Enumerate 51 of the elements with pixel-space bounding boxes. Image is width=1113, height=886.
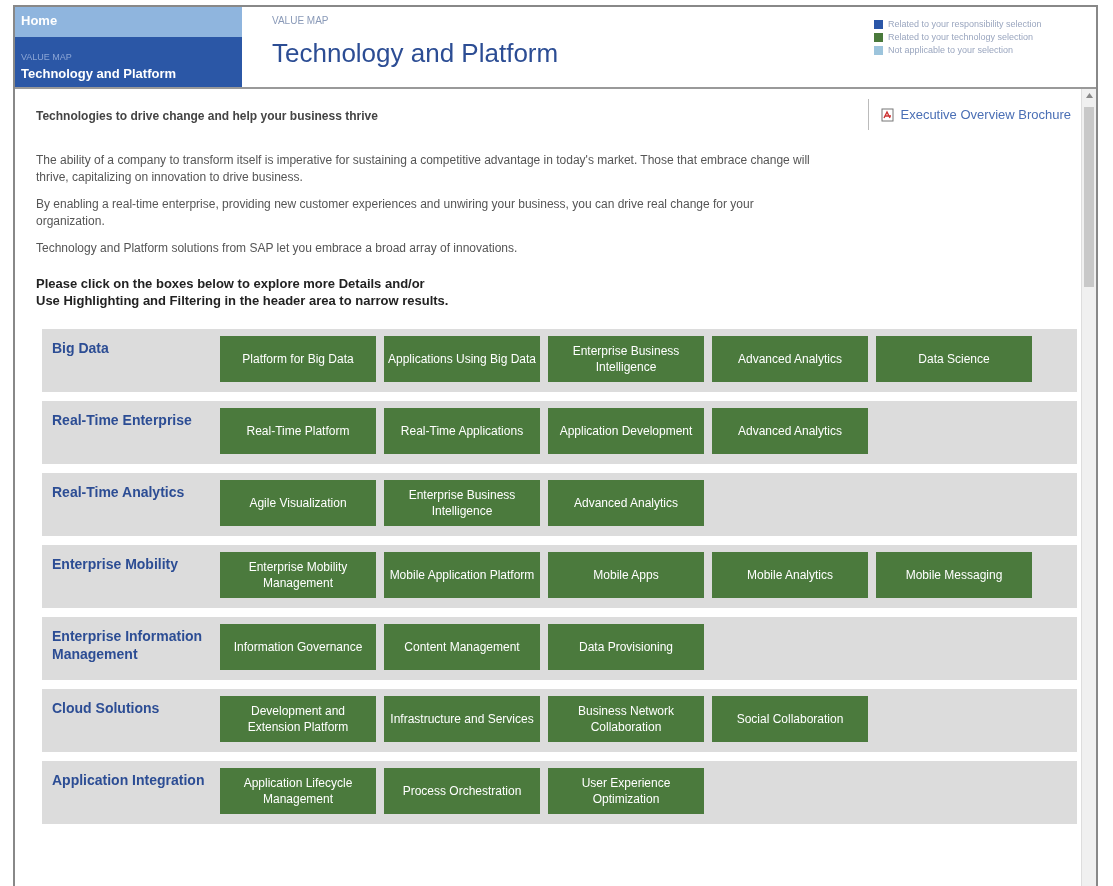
- legend-label: Related to your technology selection: [888, 32, 1034, 42]
- solution-tile[interactable]: Mobile Messaging: [876, 552, 1032, 598]
- intro-paragraph: Technology and Platform solutions from SAP let you embrace a broad array of innovations.: [36, 240, 519, 257]
- solution-tile[interactable]: Information Governance: [220, 624, 376, 670]
- scroll-thumb[interactable]: [1084, 107, 1094, 287]
- instruction-text: Please click on the boxes below to explore more Details and/or Use Highlighting and Filtering in the header area to narrow results.: [36, 275, 450, 309]
- solution-tile[interactable]: Data Provisioning: [548, 624, 704, 670]
- solution-tile[interactable]: Mobile Apps: [548, 552, 704, 598]
- solution-tile[interactable]: Enterprise Mobility Management: [220, 552, 376, 598]
- scroll-up-icon[interactable]: [1085, 92, 1093, 98]
- solution-tile[interactable]: Development and Extension Platform: [220, 696, 376, 742]
- solution-tile[interactable]: Business Network Collaboration: [548, 696, 704, 742]
- legend-label: Not applicable to your selection: [888, 45, 1014, 55]
- solution-tile[interactable]: Advanced Analytics: [712, 408, 868, 454]
- solution-tile[interactable]: Content Management: [384, 624, 540, 670]
- pdf-icon: [881, 107, 895, 122]
- intro-paragraph: By enabling a real-time enterprise, providing new customer experiences and unwiring your business, you can drive real change for your organization.: [36, 196, 755, 230]
- category-label: Enterprise Information Management: [52, 627, 204, 664]
- solution-tile[interactable]: Data Science: [876, 336, 1032, 382]
- solution-tile[interactable]: Social Collaboration: [712, 696, 868, 742]
- page-title: Technology and Platform: [272, 38, 560, 69]
- solution-tile[interactable]: Agile Visualization: [220, 480, 376, 526]
- solution-tile[interactable]: Mobile Analytics: [712, 552, 868, 598]
- solution-tile[interactable]: User Experience Optimization: [548, 768, 704, 814]
- solution-tile[interactable]: Enterprise Business Intelligence: [548, 336, 704, 382]
- solution-tile[interactable]: Enterprise Business Intelligence: [384, 480, 540, 526]
- category-label: Enterprise Mobility: [52, 555, 180, 574]
- legend-label: Related to your responsibility selection: [888, 19, 1042, 29]
- solution-tile[interactable]: Mobile Application Platform: [384, 552, 540, 598]
- solution-tile[interactable]: Real-Time Platform: [220, 408, 376, 454]
- category-label: Real-Time Enterprise: [52, 411, 193, 430]
- solution-tile[interactable]: Platform for Big Data: [220, 336, 376, 382]
- current-page-label[interactable]: Technology and Platform: [21, 66, 236, 81]
- brochure-link[interactable]: Executive Overview Brochure: [900, 107, 1071, 122]
- section-heading: Technologies to drive change and help your business thrive: [36, 109, 378, 123]
- section-label: VALUE MAP: [21, 52, 73, 62]
- scrollbar[interactable]: [1081, 89, 1096, 886]
- category-label: Big Data: [52, 339, 110, 358]
- solution-tile[interactable]: Applications Using Big Data: [384, 336, 540, 382]
- solution-tile[interactable]: Advanced Analytics: [548, 480, 704, 526]
- category-label: Application Integration: [52, 771, 206, 790]
- solution-tile[interactable]: Application Lifecycle Management: [220, 768, 376, 814]
- breadcrumb-label: VALUE MAP: [272, 15, 330, 26]
- intro-paragraph: The ability of a company to transform itself is imperative for sustaining a competitive advantage in today's market. Those that embrace change will thrive, capitalizing on innovation to drive business.: [36, 152, 811, 186]
- solution-tile[interactable]: Advanced Analytics: [712, 336, 868, 382]
- category-label: Real-Time Analytics: [52, 483, 186, 502]
- solution-tile[interactable]: Infrastructure and Services: [384, 696, 540, 742]
- solution-tile[interactable]: Process Orchestration: [384, 768, 540, 814]
- solution-tile[interactable]: Real-Time Applications: [384, 408, 540, 454]
- solution-tile[interactable]: Application Development: [548, 408, 704, 454]
- category-label: Cloud Solutions: [52, 699, 161, 718]
